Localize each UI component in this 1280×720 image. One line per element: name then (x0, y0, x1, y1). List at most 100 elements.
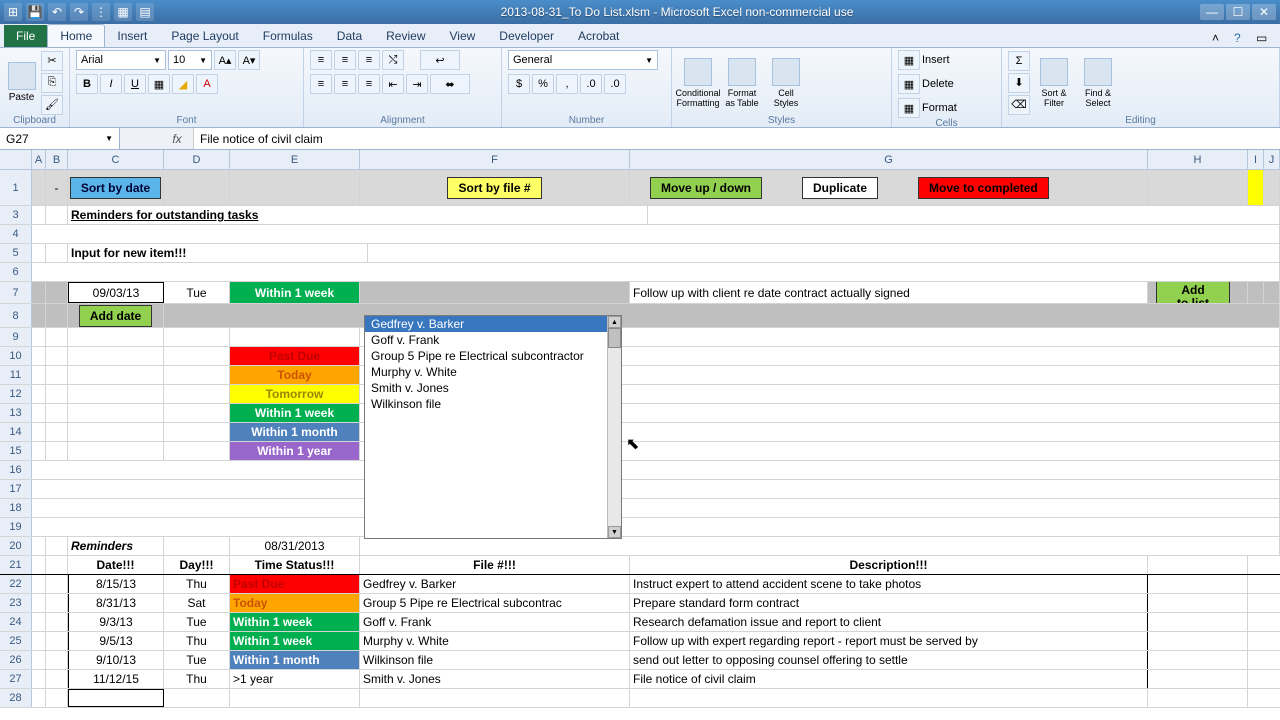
decrease-font-icon[interactable]: A▾ (238, 50, 260, 70)
cell-status[interactable]: >1 year (230, 670, 360, 688)
maximize-button[interactable]: ☐ (1226, 4, 1250, 20)
row-header[interactable]: 22 (0, 575, 32, 593)
tab-formulas[interactable]: Formulas (251, 25, 325, 47)
format-as-table-button[interactable]: Format as Table (722, 55, 762, 111)
cell-day[interactable]: Sat (164, 594, 230, 612)
autosum-icon[interactable]: Σ (1008, 51, 1030, 71)
border-button[interactable]: ▦ (148, 74, 170, 94)
font-color-button[interactable]: A (196, 74, 218, 94)
cell[interactable] (46, 575, 68, 593)
cell[interactable] (164, 366, 230, 384)
cell[interactable] (164, 170, 230, 205)
formula-bar[interactable]: File notice of civil claim (194, 128, 1280, 149)
align-center-icon[interactable]: ≡ (334, 74, 356, 94)
cell-day[interactable]: Thu (164, 575, 230, 593)
cell[interactable] (46, 556, 68, 574)
cell[interactable] (46, 244, 68, 262)
fx-icon[interactable]: fx (165, 132, 189, 146)
table-row[interactable]: 238/31/13SatTodayGroup 5 Pipe re Electri… (0, 594, 1280, 613)
minimize-button[interactable]: — (1200, 4, 1224, 20)
conditional-formatting-button[interactable]: Conditional Formatting (678, 55, 718, 111)
table-row[interactable]: 2711/12/15Thu>1 yearSmith v. JonesFile n… (0, 670, 1280, 689)
col-header[interactable]: G (630, 150, 1148, 169)
cell[interactable] (1148, 651, 1248, 669)
cell[interactable] (32, 282, 46, 303)
cell[interactable] (46, 670, 68, 688)
header-day[interactable]: Day!!! (164, 556, 230, 574)
insert-cells-icon[interactable]: ▦ (898, 50, 920, 70)
cell[interactable] (46, 423, 68, 441)
cell-status[interactable]: Within 1 week (230, 613, 360, 631)
orientation-icon[interactable]: ⤭ (382, 50, 404, 70)
table-row[interactable]: 269/10/13TueWithin 1 monthWilkinson file… (0, 651, 1280, 670)
row-header[interactable]: 14 (0, 423, 32, 441)
cell[interactable] (68, 404, 164, 422)
cell-file[interactable]: Gedfrey v. Barker (360, 575, 630, 593)
legend-tomorrow[interactable]: Tomorrow (230, 385, 360, 403)
row-header[interactable]: 23 (0, 594, 32, 612)
heading-cell[interactable]: Reminders for outstanding tasks (68, 206, 648, 224)
tab-home[interactable]: Home (47, 24, 105, 47)
cell[interactable] (32, 518, 1280, 536)
cell[interactable] (164, 404, 230, 422)
copy-icon[interactable]: ⎘ (41, 73, 63, 93)
cell-desc[interactable]: Follow up with expert regarding report -… (630, 632, 1148, 650)
cell-date[interactable]: 9/10/13 (68, 651, 164, 669)
cell[interactable] (68, 328, 164, 346)
col-header[interactable]: C (68, 150, 164, 169)
cell[interactable] (32, 613, 46, 631)
cell[interactable] (1248, 170, 1264, 205)
cell[interactable] (164, 423, 230, 441)
input-desc-cell[interactable]: Follow up with client re date contract a… (630, 282, 1148, 303)
window-control-icon[interactable]: ▭ (1256, 31, 1272, 47)
cell[interactable] (46, 651, 68, 669)
fill-color-button[interactable]: ◢ (172, 74, 194, 94)
input-label-cell[interactable]: Input for new item!!! (68, 244, 368, 262)
cell-day[interactable]: Tue (164, 613, 230, 631)
row-header[interactable]: 1 (0, 170, 32, 205)
increase-decimal-icon[interactable]: .0 (580, 74, 602, 94)
row-header[interactable]: 26 (0, 651, 32, 669)
fill-icon[interactable]: ⬇ (1008, 73, 1030, 93)
cell[interactable] (32, 594, 46, 612)
row-header[interactable]: 11 (0, 366, 32, 384)
number-format-select[interactable]: General▼ (508, 50, 658, 70)
col-header[interactable]: D (164, 150, 230, 169)
col-header[interactable]: J (1264, 150, 1280, 169)
cell-day[interactable]: Tue (164, 651, 230, 669)
cell[interactable] (32, 385, 46, 403)
cell[interactable] (230, 689, 360, 707)
cell-date[interactable]: 9/5/13 (68, 632, 164, 650)
comma-icon[interactable]: , (556, 74, 578, 94)
legend-past-due[interactable]: Past Due (230, 347, 360, 365)
cell-day[interactable]: Thu (164, 670, 230, 688)
cell-file[interactable]: Group 5 Pipe re Electrical subcontrac (360, 594, 630, 612)
cell[interactable] (32, 442, 46, 460)
cell[interactable] (360, 282, 630, 303)
dropdown-item[interactable]: Goff v. Frank (365, 332, 621, 348)
legend-month[interactable]: Within 1 month (230, 423, 360, 441)
cell[interactable] (32, 170, 46, 205)
input-status-cell[interactable]: Within 1 week (230, 282, 360, 303)
col-header[interactable]: E (230, 150, 360, 169)
cell[interactable] (32, 304, 46, 327)
cell[interactable] (46, 594, 68, 612)
underline-button[interactable]: U (124, 74, 146, 94)
align-right-icon[interactable]: ≡ (358, 74, 380, 94)
paste-button[interactable]: Paste (6, 55, 37, 111)
row-header[interactable]: 12 (0, 385, 32, 403)
add-date-button[interactable]: Add date (79, 305, 152, 327)
cell-file[interactable]: Smith v. Jones (360, 670, 630, 688)
cell[interactable] (1148, 575, 1248, 593)
save-icon[interactable]: 💾 (26, 3, 44, 21)
align-left-icon[interactable]: ≡ (310, 74, 332, 94)
cell[interactable] (68, 689, 164, 707)
row-header[interactable]: 18 (0, 499, 32, 517)
format-painter-icon[interactable]: 🖌 (41, 95, 63, 115)
cell[interactable] (1264, 170, 1280, 205)
col-header[interactable]: I (1248, 150, 1264, 169)
reminders-label-cell[interactable]: Reminders (68, 537, 164, 555)
cell[interactable] (32, 206, 46, 224)
cell[interactable] (1148, 670, 1248, 688)
cell[interactable] (1148, 689, 1248, 707)
